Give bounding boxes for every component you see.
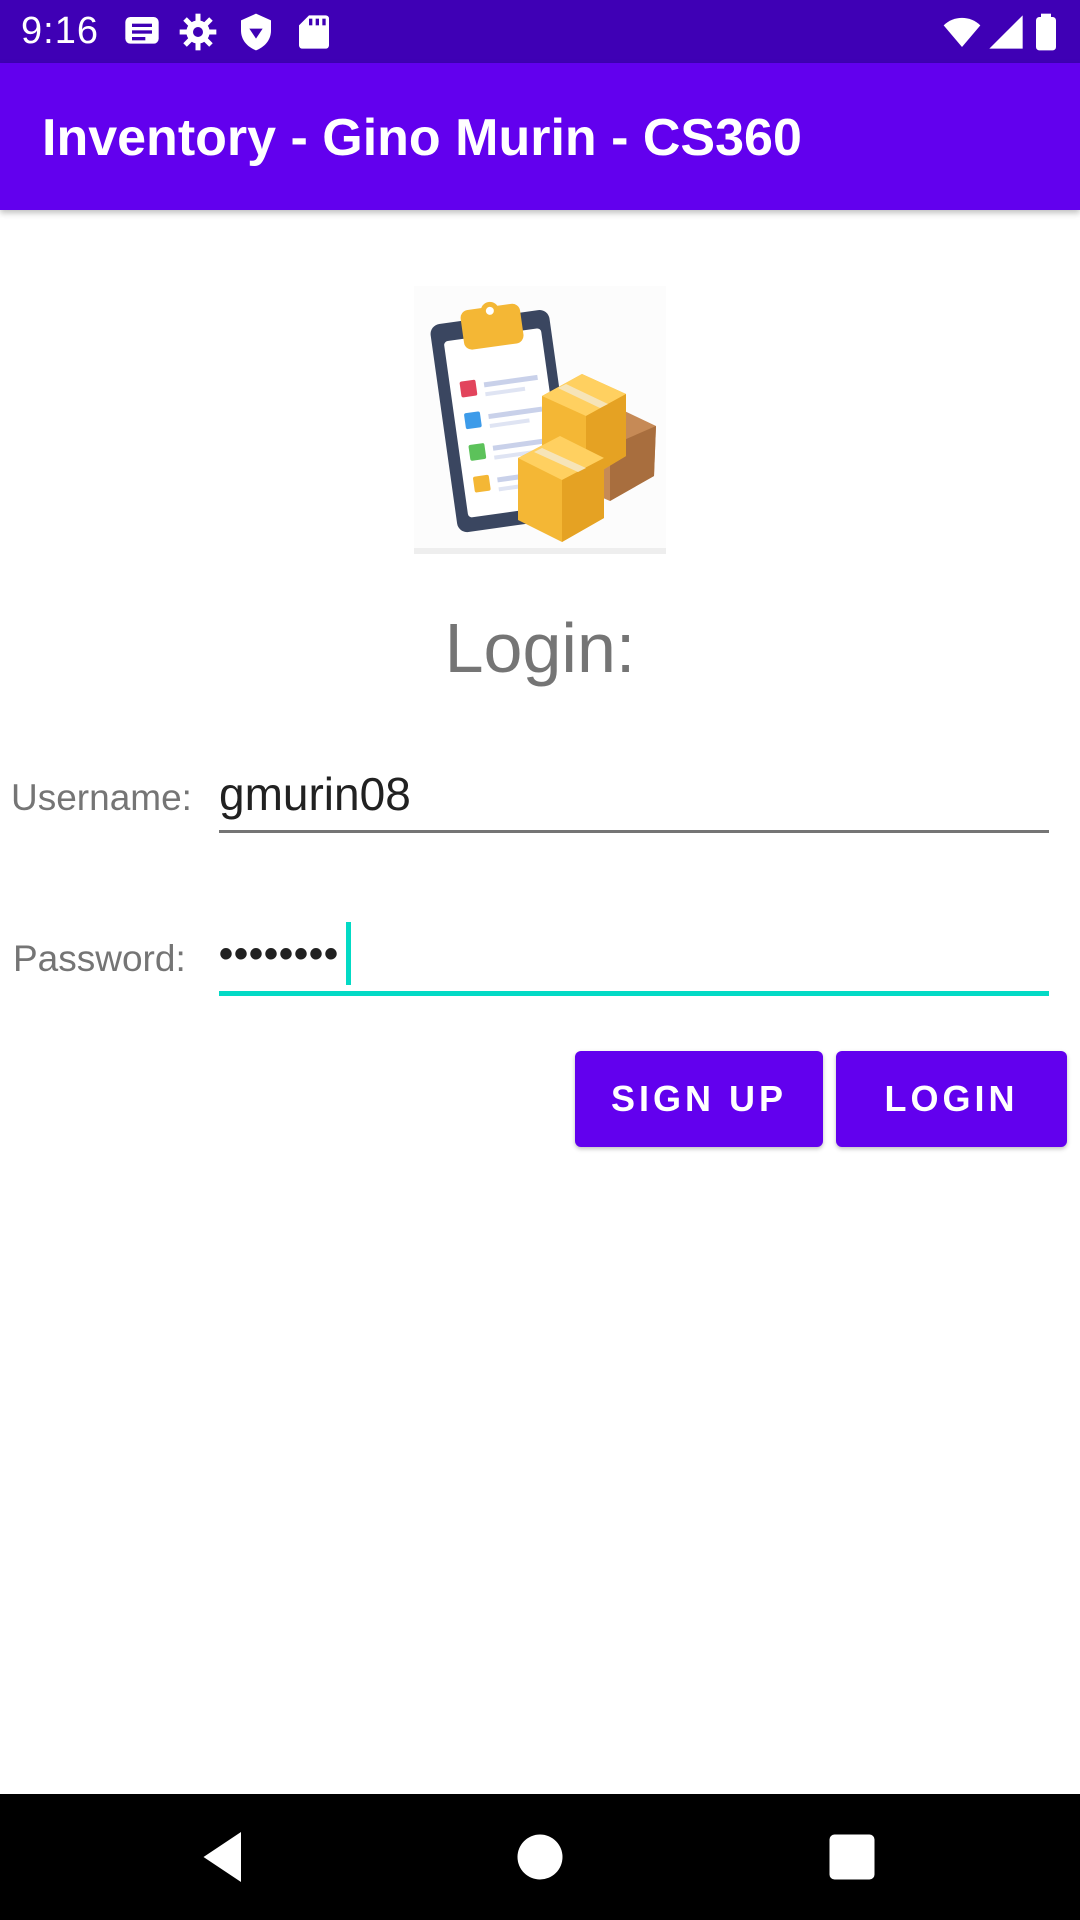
recents-icon[interactable] — [822, 1827, 882, 1887]
app-bar: Inventory - Gino Murin - CS360 — [0, 63, 1080, 210]
password-input[interactable]: •••••••• — [219, 926, 1049, 982]
signal-icon — [986, 12, 1026, 52]
username-label: Username: — [11, 777, 192, 818]
status-bar: 9:16 — [0, 0, 1080, 63]
password-underline — [219, 991, 1049, 996]
battery-icon — [1030, 12, 1062, 52]
sd-card-icon — [294, 12, 334, 52]
status-time: 9:16 — [21, 10, 99, 52]
sign-up-button[interactable]: SIGN UP — [575, 1051, 823, 1147]
login-button[interactable]: LOGIN — [836, 1051, 1067, 1147]
text-cursor — [346, 922, 351, 985]
settings-icon — [178, 12, 218, 52]
wifi-icon — [942, 12, 982, 52]
home-icon[interactable] — [510, 1827, 570, 1887]
inventory-logo-icon — [414, 286, 666, 554]
app-title: Inventory - Gino Murin - CS360 — [42, 109, 802, 167]
navigation-bar — [0, 1794, 1080, 1920]
password-label: Password: — [13, 938, 186, 979]
shield-icon — [236, 12, 276, 52]
username-input[interactable] — [219, 766, 1049, 822]
username-underline — [219, 830, 1049, 833]
message-icon — [122, 12, 162, 52]
login-heading: Login: — [444, 609, 636, 687]
back-icon[interactable] — [196, 1827, 256, 1887]
